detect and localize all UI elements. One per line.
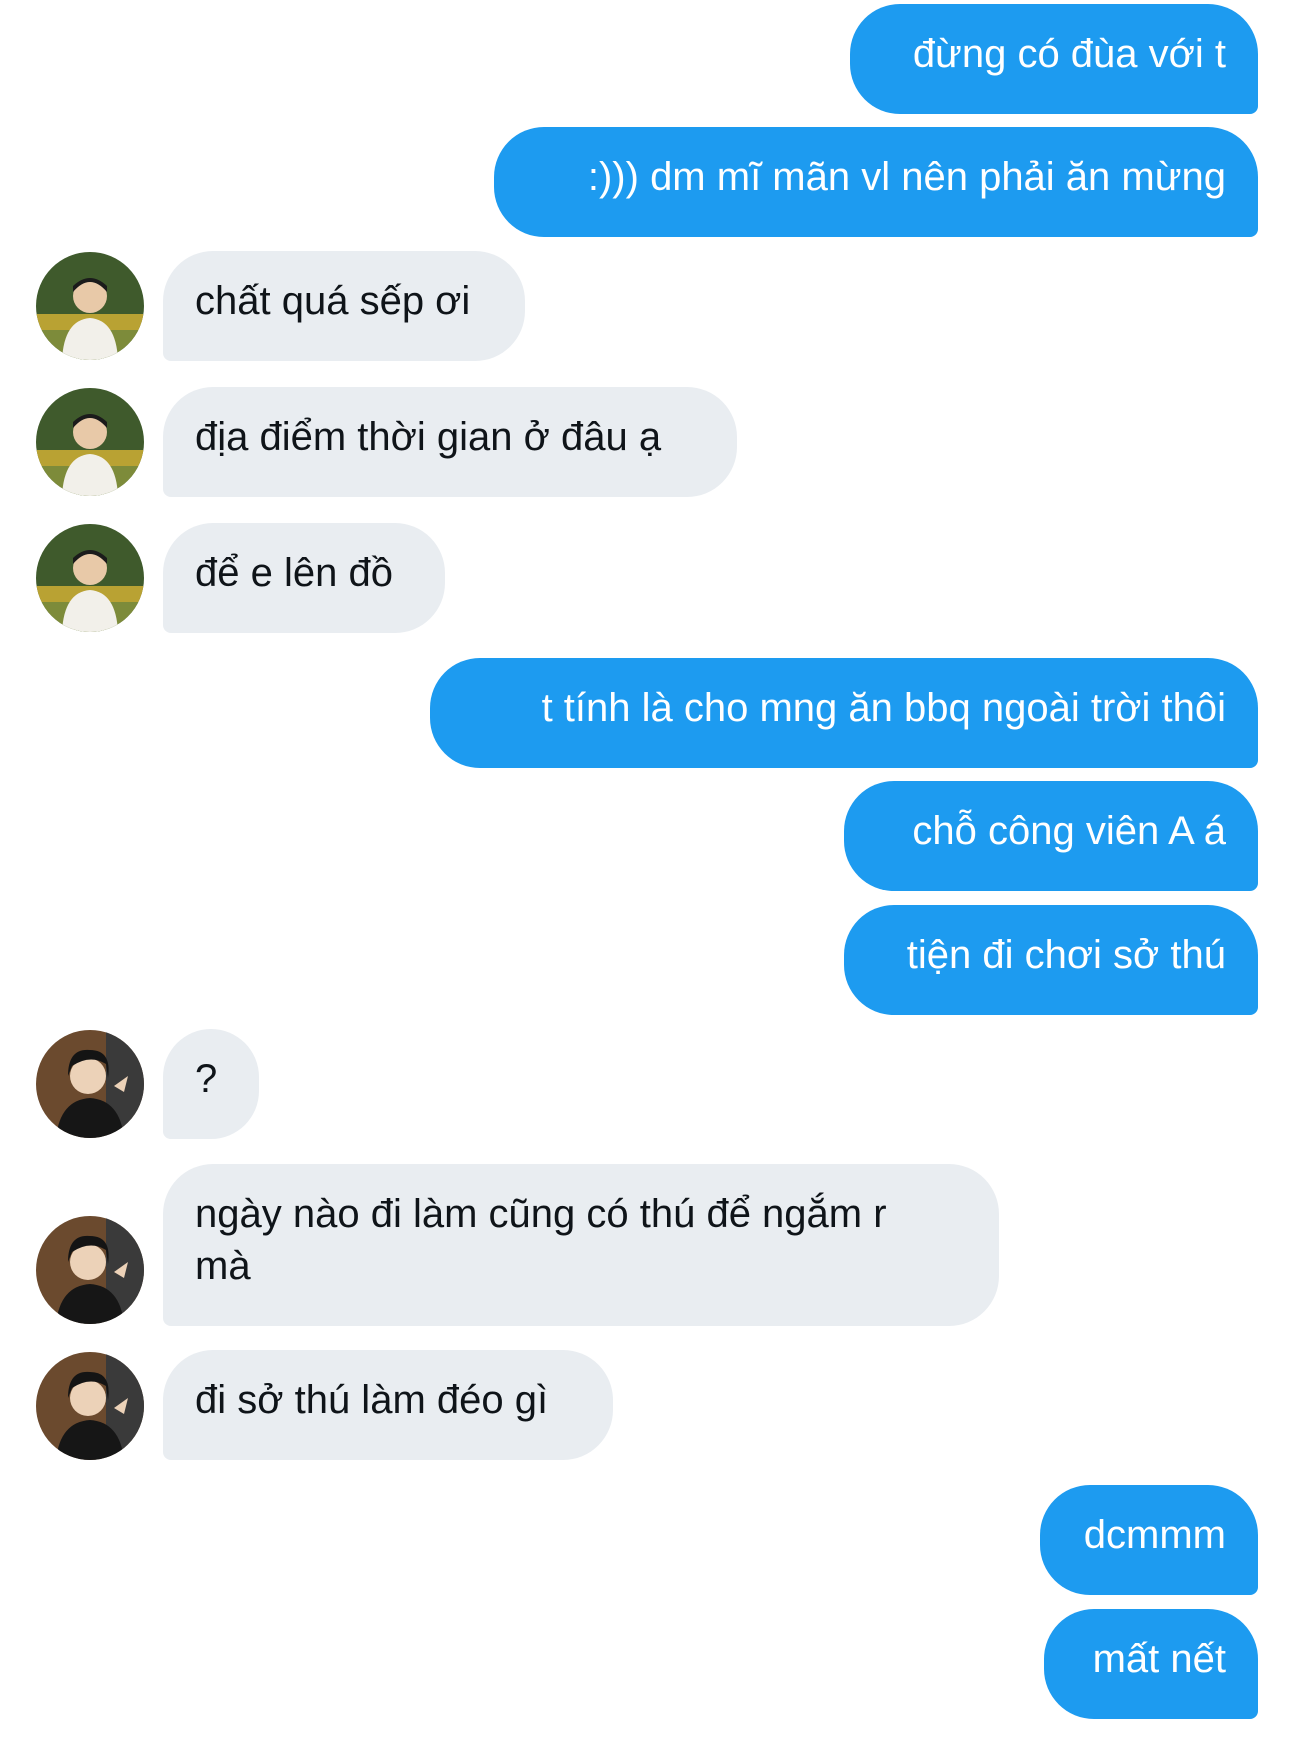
sent-message-bubble[interactable]: dcmmm [1040, 1485, 1258, 1595]
avatar-user-a-icon[interactable] [36, 388, 144, 496]
received-message-bubble[interactable]: ngày nào đi làm cũng có thú để ngắm r mà [163, 1164, 999, 1326]
sent-message-bubble[interactable]: mất nết [1044, 1609, 1258, 1719]
avatar-user-b-icon[interactable] [36, 1030, 144, 1138]
sent-message-bubble[interactable]: tiện đi chơi sở thú [844, 905, 1258, 1015]
received-message-bubble[interactable]: ? [163, 1029, 259, 1139]
sent-message-bubble[interactable]: :))) dm mĩ mãn vl nên phải ăn mừng [494, 127, 1258, 237]
avatar-user-b-icon[interactable] [36, 1216, 144, 1324]
received-message-bubble[interactable]: để e lên đồ [163, 523, 445, 633]
received-message-bubble[interactable]: đi sở thú làm đéo gì [163, 1350, 613, 1460]
received-message-bubble[interactable]: chất quá sếp ơi [163, 251, 525, 361]
avatar-user-b-icon[interactable] [36, 1352, 144, 1460]
sent-message-bubble[interactable]: chỗ công viên A á [844, 781, 1258, 891]
avatar-user-a-icon[interactable] [36, 524, 144, 632]
avatar-user-a-icon[interactable] [36, 252, 144, 360]
message-thread: đừng có đùa với t :))) dm mĩ mãn vl nên … [0, 0, 1290, 1737]
sent-message-bubble[interactable]: đừng có đùa với t [850, 4, 1258, 114]
received-message-bubble[interactable]: địa điểm thời gian ở đâu ạ [163, 387, 737, 497]
sent-message-bubble[interactable]: t tính là cho mng ăn bbq ngoài trời thôi [430, 658, 1258, 768]
